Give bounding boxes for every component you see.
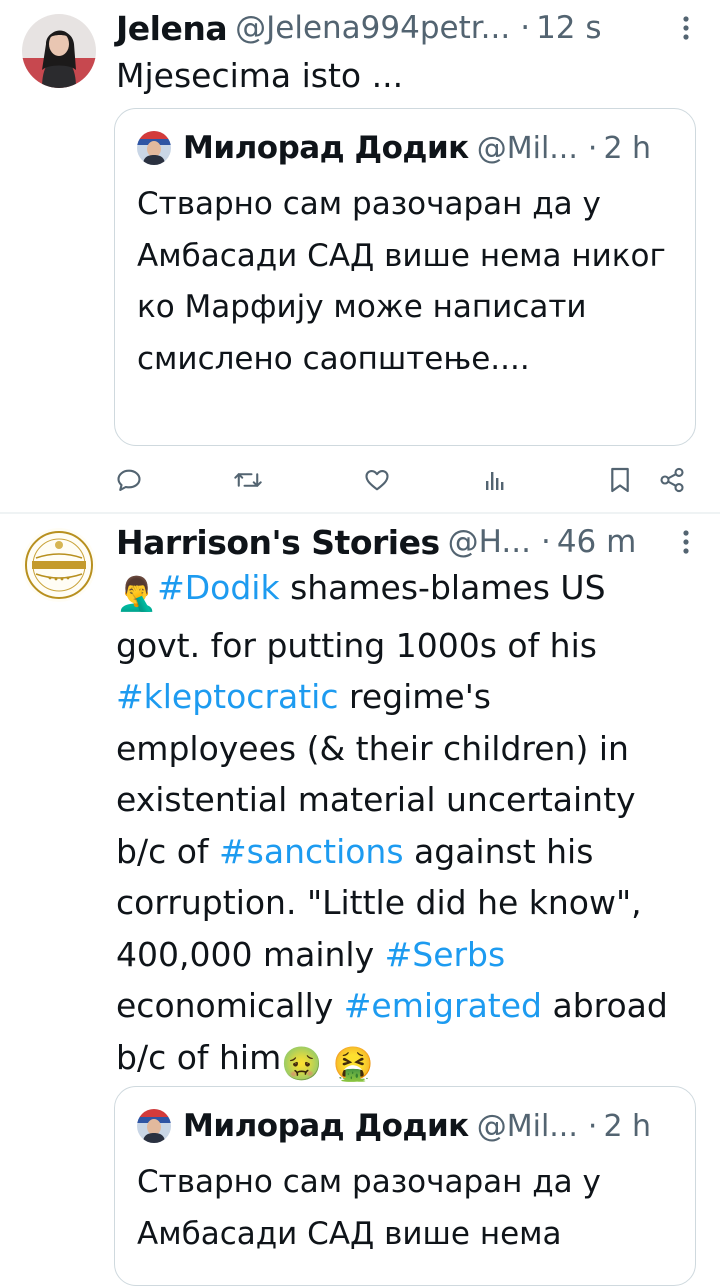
more-vertical-icon[interactable] [682, 520, 690, 564]
tweet-harrisons-stories[interactable]: Harrison's Stories @H... · 46 m 🤦‍♂️#Dod… [0, 514, 720, 1286]
more-vertical-icon[interactable] [682, 6, 690, 50]
tweet-jelena[interactable]: Jelena @Jelena994petr... · 12 s Mjesecim… [0, 0, 720, 510]
hashtag-link[interactable]: #sanctions [219, 832, 404, 871]
quote-text: Стварно сам разочаран да у Амбасади САД … [137, 1164, 601, 1252]
heart-icon[interactable] [360, 460, 394, 500]
tweet-actions [114, 460, 690, 500]
quote-time: 2 h [603, 1108, 652, 1144]
separator-dot: · [520, 10, 531, 46]
quote-author-name[interactable]: Милорад Додик [183, 1108, 469, 1144]
author-handle[interactable]: @Jelena994petr... [235, 10, 510, 46]
quote-tweet[interactable]: Милорад Додик @Mil... · 2 h Стварно сам … [114, 1086, 696, 1286]
hashtag-link[interactable]: #Dodik [157, 568, 279, 607]
quote-author-name[interactable]: Милорад Додик [183, 130, 469, 166]
tweet-text: Mjesecima isto ... [116, 56, 404, 95]
quote-header: Милорад Додик @Mil... · 2 h [137, 1105, 675, 1147]
avatar-harrisons-stories[interactable] [22, 528, 96, 602]
share-icon[interactable] [654, 460, 690, 500]
quote-avatar [137, 131, 171, 165]
quote-author-handle[interactable]: @Mil... [477, 131, 578, 166]
emoji-icon: 🤮 [332, 1043, 374, 1083]
tweet-header: Jelena @Jelena994petr... · 12 s [116, 6, 690, 50]
bookmark-icon[interactable] [606, 460, 634, 500]
separator-dot: · [587, 1108, 598, 1144]
quote-header: Милорад Додик @Mil... · 2 h [137, 127, 675, 169]
tweet-text-segment [322, 1038, 333, 1077]
author-handle[interactable]: @H... [448, 524, 531, 560]
author-name[interactable]: Harrison's Stories [116, 523, 440, 562]
retweet-icon[interactable] [230, 460, 266, 500]
hashtag-link[interactable]: #kleptocratic [116, 677, 339, 716]
separator-dot: · [587, 130, 598, 166]
hashtag-link[interactable]: #Serbs [385, 935, 506, 974]
analytics-icon[interactable] [480, 460, 510, 500]
quote-time: 2 h [603, 130, 652, 166]
tweet-text-segment: economically [116, 986, 344, 1025]
avatar-jelena[interactable] [22, 14, 96, 88]
tweet-header: Harrison's Stories @H... · 46 m [116, 520, 690, 564]
quote-text: Стварно сам разочаран да у Амбасади САД … [137, 186, 666, 377]
emoji-icon: 🤢 [281, 1043, 323, 1083]
emoji-icon: 🤦‍♂️ [116, 574, 158, 613]
tweet-time[interactable]: 46 m [557, 524, 637, 560]
quote-tweet[interactable]: Милорад Додик @Mil... · 2 h Стварно сам … [114, 108, 696, 446]
reply-icon[interactable] [114, 460, 144, 500]
quote-avatar [137, 1109, 171, 1143]
tweet-text: 🤦‍♂️#Dodik shames-blames US govt. for pu… [116, 562, 670, 1089]
tweet-time[interactable]: 12 s [536, 10, 601, 46]
quote-author-handle[interactable]: @Mil... [477, 1109, 578, 1144]
author-name[interactable]: Jelena [116, 9, 228, 48]
hashtag-link[interactable]: #emigrated [344, 986, 542, 1025]
separator-dot: · [540, 524, 551, 560]
